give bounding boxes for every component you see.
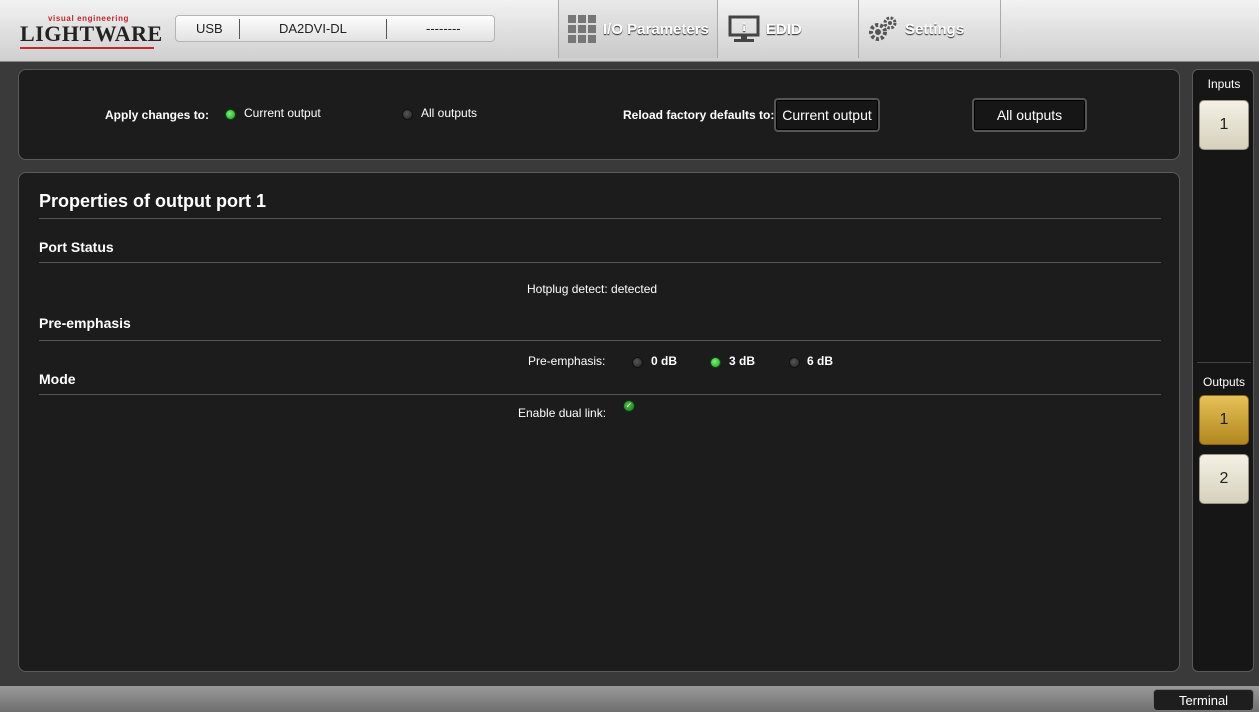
divider bbox=[1197, 362, 1251, 363]
radio-pre-emphasis-3db-label[interactable]: 3 dB bbox=[729, 354, 755, 368]
top-bar: visual engineering LIGHTWARE USB DA2DVI-… bbox=[0, 0, 1259, 62]
hotplug-status: Hotplug detect: detected bbox=[527, 282, 658, 296]
divider bbox=[1000, 0, 1001, 58]
radio-current-output[interactable] bbox=[225, 109, 236, 120]
port-selector-sidebar: Inputs 1 Outputs 1 2 bbox=[1192, 69, 1254, 672]
radio-pre-emphasis-3db[interactable] bbox=[710, 357, 721, 368]
radio-all-outputs-label[interactable]: All outputs bbox=[421, 106, 477, 120]
svg-text:i: i bbox=[742, 20, 746, 34]
divider bbox=[239, 19, 240, 39]
status-bar bbox=[0, 686, 1259, 712]
gears-icon bbox=[869, 16, 897, 41]
lightware-logo: visual engineering LIGHTWARE bbox=[20, 14, 163, 50]
radio-pre-emphasis-6db[interactable] bbox=[789, 357, 800, 368]
radio-pre-emphasis-6db-label[interactable]: 6 dB bbox=[807, 354, 833, 368]
connection-status: -------- bbox=[426, 21, 461, 36]
tab-edid-label: EDID bbox=[766, 20, 802, 38]
tab-edid[interactable]: i EDID bbox=[728, 0, 848, 58]
section-pre-emphasis: Pre-emphasis bbox=[39, 315, 1161, 341]
tab-io-parameters-label: I/O Parameters bbox=[603, 20, 709, 38]
divider bbox=[858, 0, 859, 58]
radio-pre-emphasis-0db-label[interactable]: 0 dB bbox=[651, 354, 677, 368]
inputs-label: Inputs bbox=[1207, 77, 1241, 91]
tab-io-parameters[interactable]: I/O Parameters bbox=[558, 0, 718, 58]
grid-icon bbox=[568, 15, 596, 43]
outputs-label: Outputs bbox=[1202, 375, 1246, 389]
input-port-1-button[interactable]: 1 bbox=[1199, 100, 1249, 150]
logo-wordmark: LIGHTWARE bbox=[20, 21, 163, 46]
terminal-button[interactable]: Terminal bbox=[1153, 689, 1254, 711]
connection-indicator[interactable]: USB DA2DVI-DL -------- bbox=[175, 15, 495, 42]
output-properties-panel: Properties of output port 1 Port Status … bbox=[18, 172, 1180, 672]
radio-all-outputs[interactable] bbox=[402, 109, 413, 120]
section-mode: Mode bbox=[39, 371, 1161, 395]
tab-settings[interactable]: Settings bbox=[867, 0, 997, 58]
dual-link-checkbox[interactable]: ✓ bbox=[623, 400, 635, 412]
apply-changes-label: Apply changes to: bbox=[105, 108, 210, 122]
page-title: Properties of output port 1 bbox=[39, 191, 1161, 219]
reload-all-outputs-button[interactable]: All outputs bbox=[972, 98, 1087, 132]
connection-interface: USB bbox=[196, 21, 223, 36]
dual-link-label: Enable dual link: bbox=[518, 406, 607, 420]
reload-current-output-button[interactable]: Current output bbox=[774, 98, 880, 132]
radio-pre-emphasis-0db[interactable] bbox=[632, 357, 643, 368]
apply-changes-panel: Apply changes to: Current output All out… bbox=[18, 69, 1180, 160]
output-port-1-button[interactable]: 1 bbox=[1199, 395, 1249, 445]
logo-underline bbox=[20, 47, 154, 49]
radio-current-output-label[interactable]: Current output bbox=[244, 106, 321, 120]
output-port-2-button[interactable]: 2 bbox=[1199, 454, 1249, 504]
pre-emphasis-label: Pre-emphasis: bbox=[528, 354, 606, 368]
reload-defaults-label: Reload factory defaults to: bbox=[623, 108, 775, 122]
divider bbox=[386, 19, 387, 39]
section-port-status: Port Status bbox=[39, 239, 1161, 263]
connection-device: DA2DVI-DL bbox=[279, 21, 347, 36]
monitor-info-icon: i bbox=[728, 15, 760, 42]
tab-settings-label: Settings bbox=[905, 20, 965, 38]
